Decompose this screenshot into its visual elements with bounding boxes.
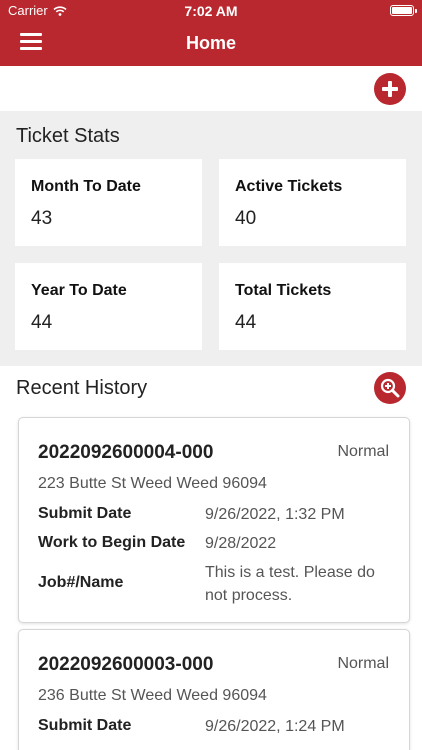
- add-ticket-button[interactable]: [374, 73, 406, 105]
- work-begin-date-label: Work to Begin Date: [38, 534, 186, 551]
- ticket-card[interactable]: 2022092600003-000 Normal 236 Butte St We…: [18, 629, 410, 750]
- search-tickets-button[interactable]: [374, 372, 406, 404]
- ticket-priority: Normal: [337, 655, 389, 672]
- ticket-address: 223 Butte St Weed Weed 96094: [38, 475, 267, 492]
- submit-date-value: 9/26/2022, 1:24 PM: [205, 718, 345, 735]
- battery-icon: [390, 5, 417, 16]
- stat-card-month-to-date[interactable]: Month To Date 43: [15, 159, 202, 246]
- ticket-stats-title: Ticket Stats: [16, 125, 120, 147]
- stat-card-year-to-date[interactable]: Year To Date 44: [15, 263, 202, 350]
- work-begin-date-value: 9/28/2022: [205, 535, 277, 552]
- status-time: 7:02 AM: [184, 3, 238, 19]
- recent-history-title: Recent History: [16, 377, 148, 399]
- ticket-address: 236 Butte St Weed Weed 96094: [38, 687, 267, 704]
- stat-value: 44: [31, 312, 53, 333]
- stat-value: 43: [31, 208, 53, 229]
- job-name-label: Job#/Name: [38, 574, 124, 591]
- status-bar: Carrier 7:02 AM: [0, 0, 422, 22]
- stat-label: Total Tickets: [235, 282, 332, 299]
- stat-label: Year To Date: [31, 282, 127, 299]
- page-title: Home: [185, 33, 236, 53]
- submit-date-label: Submit Date: [38, 717, 132, 734]
- stat-card-active-tickets[interactable]: Active Tickets 40: [219, 159, 406, 246]
- stat-value: 44: [235, 312, 257, 333]
- ticket-priority: Normal: [337, 443, 389, 460]
- ticket-card[interactable]: 2022092600004-000 Normal 223 Butte St We…: [18, 417, 410, 623]
- stat-label: Month To Date: [31, 178, 141, 195]
- submit-date-value: 9/26/2022, 1:32 PM: [205, 506, 345, 523]
- submit-date-label: Submit Date: [38, 505, 132, 522]
- job-name-value: This is a test. Please do not process.: [205, 564, 375, 604]
- stat-label: Active Tickets: [235, 178, 343, 195]
- zoom-in-icon: [380, 378, 400, 398]
- action-bar: [0, 66, 422, 111]
- stat-value: 40: [235, 208, 257, 229]
- app-header: Carrier 7:02 AM Home: [0, 0, 422, 66]
- stat-card-total-tickets[interactable]: Total Tickets 44: [219, 263, 406, 350]
- ticket-id: 2022092600003-000: [38, 654, 214, 675]
- ticket-id: 2022092600004-000: [38, 442, 214, 463]
